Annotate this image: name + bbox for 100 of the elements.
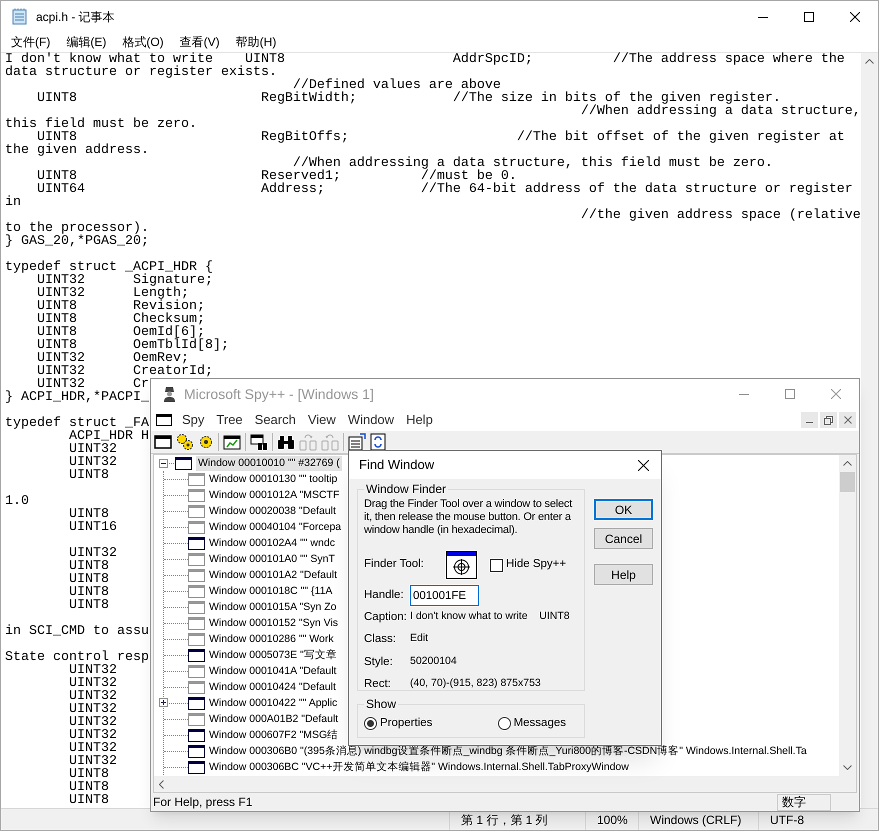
code-line: typedef struct _FA: [5, 417, 149, 430]
window-node[interactable]: Window 0001015A "Syn Zo: [207, 600, 338, 614]
window-node[interactable]: Window 000101A0 "" SynT: [207, 552, 337, 566]
field-label: Finder Tool:: [364, 557, 425, 572]
menu-item[interactable]: Search: [248, 410, 302, 430]
code-line: UINT32 Length;: [36, 287, 189, 300]
menu-item[interactable]: View: [302, 410, 342, 430]
field-value: 50200104: [410, 654, 457, 668]
window-node[interactable]: Window 00010422 "" Applic: [207, 696, 340, 710]
close-icon: [850, 12, 860, 22]
code-line: UINT32: [68, 703, 117, 716]
minimize-button[interactable]: [801, 412, 818, 428]
window-node[interactable]: Window 00040104 "Forcepa: [207, 520, 344, 534]
checkbox[interactable]: [490, 558, 503, 572]
handle-field[interactable]: 001001FE: [410, 585, 479, 606]
refresh-icon[interactable]: [370, 433, 386, 451]
code-line: UINT32: [68, 677, 117, 690]
code-line: typedef struct _ACPI_HDR {: [5, 261, 213, 274]
dialog-button[interactable]: Help: [594, 564, 653, 585]
collapse-button[interactable]: [159, 458, 168, 468]
restore-icon: [824, 416, 833, 424]
scroll-left-icon[interactable]: [159, 780, 164, 788]
code-line: this field must be zero.: [5, 118, 197, 131]
window-node[interactable]: Window 000607F2 "MSG结: [207, 728, 340, 742]
code-line: UINT8: [68, 586, 109, 599]
properties-icon[interactable]: [348, 433, 366, 451]
gears-icon[interactable]: [176, 433, 194, 451]
window-node[interactable]: Window 0005073E "写文章: [207, 648, 339, 662]
group-title: Show: [365, 696, 398, 713]
group-title: Window Finder: [365, 481, 448, 498]
radio-button[interactable]: [498, 717, 511, 730]
num-lock-indicator: 数字: [777, 794, 831, 810]
field-value: (40, 70)-(915, 823) 875x753: [410, 676, 541, 691]
finder-tool-icon[interactable]: [446, 551, 477, 579]
window-search-icon[interactable]: [250, 434, 268, 450]
code-line: UINT32 CreatorId;: [36, 365, 213, 378]
binoculars-icon[interactable]: [277, 434, 295, 450]
close-icon: [638, 460, 648, 470]
code-line: UINT64 Address; //The 64-bit address of the data structure or register: [36, 183, 853, 196]
window-node[interactable]: Window 00020038 "Default: [207, 504, 338, 518]
window-node[interactable]: Window 0001012A "MSCTF: [207, 488, 342, 502]
window-node[interactable]: Window 00010424 "Default: [207, 680, 338, 694]
dialog-button[interactable]: Cancel: [594, 528, 653, 549]
scroll-thumb[interactable]: [840, 472, 855, 492]
code-line: UINT8 Revision;: [36, 300, 205, 313]
window-node[interactable]: Window 000101A2 "Default: [207, 568, 340, 582]
code-line: UINT8: [68, 599, 109, 612]
code-line: UINT8 OemTblId[8];: [36, 339, 229, 352]
menu-item[interactable]: 查看(V): [172, 33, 228, 51]
child-window-icon[interactable]: [156, 414, 172, 426]
menu-item[interactable]: 格式(O): [114, 33, 172, 51]
code-line: UINT8: [68, 560, 109, 573]
window-node[interactable]: Window 00010152 "Syn Vis: [207, 616, 340, 630]
code-line: UINT32 Signature;: [36, 274, 213, 287]
code-line: ACPI_HDR H: [68, 430, 149, 443]
code-line: UINT32: [68, 456, 117, 469]
window-node[interactable]: Window 000102A4 "" wndc: [207, 536, 337, 550]
message-log-icon[interactable]: [223, 434, 241, 450]
window-node[interactable]: Window 0001041A "Default: [207, 664, 338, 678]
window-node[interactable]: Window 0001018C "" {11A: [207, 584, 334, 598]
code-line: UINT32: [68, 716, 117, 729]
menu-item[interactable]: Spy: [176, 410, 210, 430]
field-value: I don't know what to write UINT8: [410, 609, 570, 624]
code-line: UINT8 RegBitOffs; //The bit offset of the given register at: [36, 131, 845, 144]
close-icon: [844, 416, 852, 424]
restore-button[interactable]: [820, 412, 837, 428]
code-line: UINT32: [68, 664, 117, 677]
window-node[interactable]: Window 000A01B2 "Default: [207, 712, 340, 726]
radio-label: Messages: [514, 716, 566, 731]
code-line: the given address.: [5, 144, 149, 157]
window-node[interactable]: Window 00010010 "" #32769 (: [196, 456, 342, 470]
menu-item[interactable]: 编辑(E): [58, 33, 114, 51]
scroll-up-icon[interactable]: [843, 461, 852, 466]
status-message: For Help, press F1: [153, 794, 252, 811]
plus-icon: [161, 700, 166, 705]
instructions-text: Drag the Finder Tool over a window to select it, then release the mouse button. Or enter a window handle (in hexadecimal).: [364, 498, 574, 537]
find-next-icon: [299, 434, 317, 450]
horizontal-scrollbar[interactable]: [154, 776, 856, 792]
menu-item[interactable]: Window: [342, 410, 400, 430]
notepad-icon: [12, 8, 27, 25]
gear-icon[interactable]: [198, 434, 214, 450]
code-line: I don't know what to write UINT8 AddrSpcID; //The address space where the: [5, 53, 845, 66]
radio-label: Properties: [380, 716, 432, 731]
window-node[interactable]: Window 000306BC "VC++开发简单文本编辑器" Windows.Internal.Shell.TabProxyWindow: [207, 760, 631, 774]
window-node[interactable]: Window 00010130 "" tooltip: [207, 472, 340, 486]
vertical-scrollbar[interactable]: [861, 53, 878, 808]
menu-item[interactable]: 帮助(H): [228, 33, 284, 51]
minus-icon: [161, 460, 166, 466]
menu-item[interactable]: 文件(F): [3, 33, 58, 51]
vertical-scrollbar[interactable]: [839, 455, 856, 776]
window-node[interactable]: Window 00010286 "" Work: [207, 632, 336, 646]
window-icon[interactable]: [154, 435, 172, 449]
scroll-down-icon[interactable]: [843, 765, 852, 770]
menu-item[interactable]: Tree: [210, 410, 249, 430]
radio-button[interactable]: [364, 717, 377, 730]
field-label: Class:: [364, 632, 397, 648]
menu-item[interactable]: Help: [400, 410, 439, 430]
scroll-up-icon[interactable]: [865, 59, 874, 64]
dialog-button[interactable]: OK: [594, 499, 653, 520]
expand-button[interactable]: [159, 698, 168, 707]
